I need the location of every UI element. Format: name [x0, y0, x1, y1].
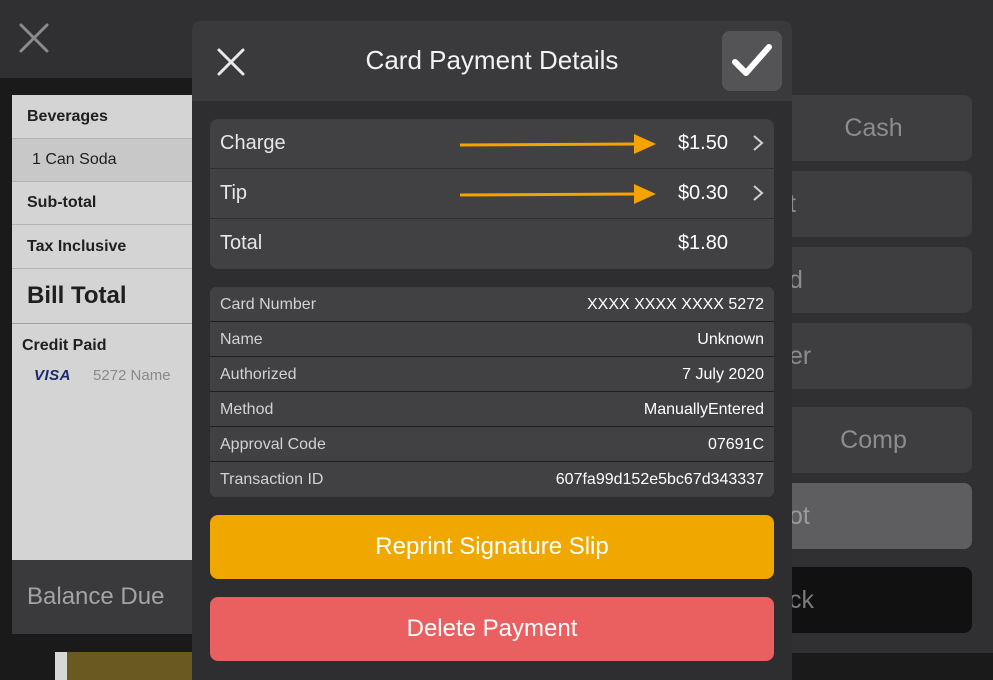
detail-row-authorized: Authorized 7 July 2020 [210, 357, 774, 392]
comp-button[interactable]: Comp [775, 407, 972, 473]
charge-value: $1.50 [677, 132, 728, 154]
card-number-value: XXXX XXXX XXXX 5272 [587, 296, 764, 313]
reprint-signature-slip-button[interactable]: Reprint Signature Slip [210, 515, 774, 579]
delete-payment-button[interactable]: Delete Payment [210, 597, 774, 661]
cash-button[interactable]: Cash [775, 95, 972, 161]
visa-icon: VISA [34, 367, 72, 384]
payment-option-button[interactable]: d [775, 247, 972, 313]
amounts-card: Charge $1.50 Tip $0.30 Total $1.80 [210, 119, 774, 269]
tip-label: Tip [220, 182, 248, 204]
category-heading: Beverages [27, 107, 108, 125]
cash-label: Cash [844, 113, 903, 142]
total-row: Total $1.80 [210, 219, 774, 269]
total-label: Total [220, 232, 263, 254]
bottom-button-partial[interactable] [67, 652, 197, 680]
balance-due-label: Balance Due [27, 583, 165, 610]
authorized-label: Authorized [220, 366, 297, 383]
tax-label: Tax Inclusive [27, 237, 127, 255]
name-value: Unknown [697, 331, 764, 348]
transaction-id-value: 607fa99d152e5bc67d343337 [555, 471, 764, 488]
bill-total-label: Bill Total [27, 282, 127, 309]
detail-row-transaction-id: Transaction ID 607fa99d152e5bc67d343337 [210, 462, 774, 497]
detail-row-method: Method ManuallyEntered [210, 392, 774, 427]
charge-row[interactable]: Charge $1.50 [210, 119, 774, 169]
method-label: Method [220, 401, 274, 418]
bill-item[interactable]: 1 Can Soda [12, 139, 194, 181]
card-details-list: Card Number XXXX XXXX XXXX 5272 Name Unk… [210, 287, 774, 497]
chevron-right-icon [753, 185, 764, 201]
total-value: $1.80 [677, 232, 728, 254]
card-number-label: Card Number [220, 296, 317, 313]
chevron-right-icon [753, 135, 764, 151]
payment-option-label: ck [789, 585, 814, 614]
charge-label: Charge [220, 132, 286, 154]
divider [55, 652, 67, 680]
approval-code-label: Approval Code [220, 436, 326, 453]
name-label: Name [220, 331, 263, 348]
close-icon[interactable] [18, 22, 50, 54]
approval-code-value: 07691C [707, 436, 764, 453]
card-payment-details-dialog: Card Payment Details Charge $1.50 Tip $0… [192, 21, 792, 680]
arrow-right-icon [460, 184, 656, 204]
payment-option-label: ot [789, 501, 810, 530]
tip-row[interactable]: Tip $0.30 [210, 169, 774, 219]
bill-panel: Beverages 1 Can Soda Sub-total Tax Inclu… [12, 95, 194, 560]
detail-row-name: Name Unknown [210, 322, 774, 357]
payment-option-label: er [789, 341, 812, 370]
card-name: 5272 Name [93, 367, 171, 384]
credit-paid-label: Credit Paid [22, 337, 107, 354]
divider [12, 323, 194, 324]
subtotal-label: Sub-total [27, 194, 97, 211]
confirm-button[interactable] [722, 31, 782, 91]
credit-payment-entry[interactable]: VISA 5272 Name [34, 367, 171, 384]
payment-option-button[interactable]: t [775, 171, 972, 237]
authorized-value: 7 July 2020 [682, 366, 764, 383]
comp-label: Comp [840, 425, 907, 454]
payment-option-button[interactable]: ot [775, 483, 972, 549]
transaction-id-label: Transaction ID [220, 471, 324, 488]
tip-value: $0.30 [677, 182, 728, 204]
method-value: ManuallyEntered [643, 401, 764, 418]
detail-row-card-number: Card Number XXXX XXXX XXXX 5272 [210, 287, 774, 322]
dialog-title: Card Payment Details [365, 45, 619, 75]
arrow-right-icon [460, 134, 656, 154]
payment-option-button[interactable]: er [775, 323, 972, 389]
detail-row-approval-code: Approval Code 07691C [210, 427, 774, 462]
checkmark-icon [732, 44, 772, 76]
payment-option-button[interactable]: ck [775, 567, 972, 633]
